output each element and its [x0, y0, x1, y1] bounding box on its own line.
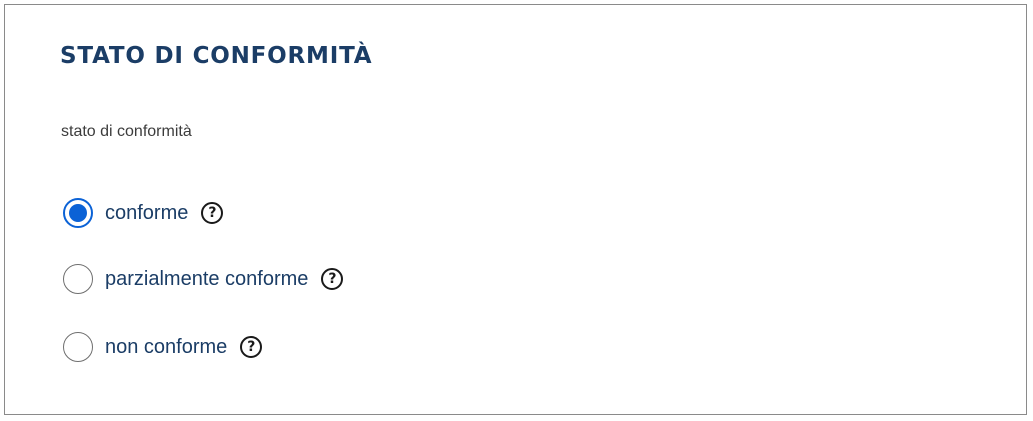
radio-group-label: stato di conformità: [61, 123, 192, 140]
radio-option-conforme[interactable]: conforme ?: [63, 195, 224, 231]
question-circle-icon[interactable]: ?: [321, 268, 344, 290]
radio-label-conforme[interactable]: conforme: [105, 202, 188, 225]
conformity-panel: STATO DI CONFORMITÀ stato di conformità …: [4, 4, 1027, 415]
radio-option-parzialmente-conforme[interactable]: parzialmente conforme ?: [63, 261, 344, 297]
radio-label-parzialmente-conforme[interactable]: parzialmente conforme: [105, 268, 308, 291]
radio-option-non-conforme[interactable]: non conforme ?: [63, 329, 263, 365]
radio-button-parzialmente-conforme[interactable]: [63, 264, 93, 294]
question-circle-icon[interactable]: ?: [240, 336, 263, 358]
section-title: STATO DI CONFORMITÀ: [60, 43, 373, 69]
question-circle-icon[interactable]: ?: [201, 202, 224, 224]
radio-label-non-conforme[interactable]: non conforme: [105, 336, 227, 359]
radio-selected-dot: [69, 204, 87, 222]
radio-button-conforme[interactable]: [63, 198, 93, 228]
radio-button-non-conforme[interactable]: [63, 332, 93, 362]
